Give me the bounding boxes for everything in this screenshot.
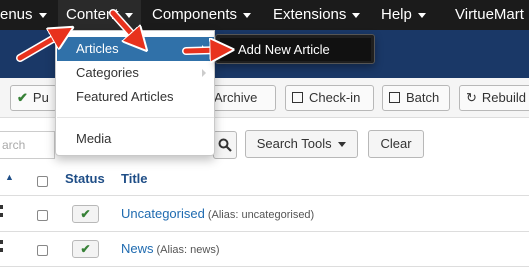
menu-item-articles-label: Articles — [76, 41, 119, 56]
top-navbar: enus Content Components Extensions Help … — [0, 0, 529, 30]
menu-item-media[interactable]: Media — [57, 127, 214, 151]
row-checkbox[interactable] — [37, 210, 48, 221]
rebuild-button[interactable]: ↻ Rebuild — [459, 85, 529, 111]
batch-button[interactable]: Batch — [382, 85, 450, 111]
check-icon: ✔ — [17, 90, 28, 105]
rebuild-button-label: Rebuild — [481, 90, 526, 105]
nav-menus-label: enus — [0, 6, 33, 23]
menu-item-featured-label: Featured Articles — [76, 89, 174, 104]
menu-item-articles[interactable]: Articles — [57, 37, 214, 61]
menu-item-categories-label: Categories — [76, 65, 139, 80]
nav-content[interactable]: Content — [58, 0, 141, 30]
table-divider — [0, 266, 529, 267]
title-column-header[interactable]: Title — [121, 171, 148, 186]
status-column-header[interactable]: Status — [65, 171, 105, 186]
chevron-down-icon — [38, 12, 47, 18]
checkbox-icon — [292, 92, 303, 103]
chevron-down-icon — [124, 12, 133, 18]
search-button[interactable] — [213, 131, 237, 159]
row-alias: (Alias: news) — [156, 244, 220, 256]
drag-handle-icon[interactable] — [0, 240, 3, 252]
nav-help[interactable]: Help — [381, 0, 426, 30]
menu-item-categories[interactable]: Categories — [57, 61, 214, 85]
table-divider — [0, 195, 529, 196]
articles-submenu: Add New Article — [215, 34, 375, 64]
search-icon — [218, 138, 232, 152]
search-input[interactable]: arch — [0, 131, 55, 159]
menu-divider — [57, 117, 214, 118]
menu-item-featured-articles[interactable]: Featured Articles — [57, 85, 214, 109]
nav-components[interactable]: Components — [152, 0, 252, 30]
menu-item-media-label: Media — [76, 131, 112, 146]
chevron-right-icon — [202, 45, 206, 53]
clear-button-label: Clear — [380, 136, 412, 151]
chevron-down-icon — [352, 12, 361, 18]
checkin-button[interactable]: Check-in — [285, 85, 374, 111]
clear-button[interactable]: Clear — [368, 130, 424, 158]
chevron-right-icon — [202, 69, 206, 77]
add-new-article-menu-item[interactable]: Add New Article — [220, 38, 371, 61]
batch-icon — [389, 92, 400, 103]
nav-menus[interactable]: enus — [0, 0, 47, 30]
nav-extensions[interactable]: Extensions — [273, 0, 361, 30]
content-dropdown-menu: Articles Categories Featured Articles Me… — [55, 30, 215, 156]
chevron-down-icon — [338, 142, 347, 148]
add-new-article-label: Add New Article — [238, 42, 330, 57]
publish-button-label: Pu — [32, 90, 49, 105]
row-title-link[interactable]: Uncategorised — [121, 206, 205, 221]
published-status-button[interactable]: ✔ — [72, 240, 99, 258]
search-tools-button[interactable]: Search Tools — [245, 130, 358, 158]
refresh-icon: ↻ — [466, 90, 477, 105]
table-row: Uncategorised (Alias: uncategorised) — [121, 206, 314, 221]
published-status-button[interactable]: ✔ — [72, 205, 99, 223]
batch-button-label: Batch — [406, 90, 440, 105]
chevron-down-icon — [417, 12, 426, 18]
nav-help-label: Help — [381, 6, 412, 23]
nav-virtuemart-label: VirtueMart — [455, 6, 524, 23]
chevron-down-icon — [243, 12, 252, 18]
nav-components-label: Components — [152, 6, 238, 23]
nav-extensions-label: Extensions — [273, 6, 347, 23]
row-checkbox[interactable] — [37, 245, 48, 256]
search-placeholder: arch — [2, 138, 26, 152]
drag-handle-icon[interactable] — [0, 205, 3, 217]
table-divider — [0, 231, 529, 232]
search-tools-label: Search Tools — [256, 136, 332, 151]
checkin-button-label: Check-in — [309, 90, 361, 105]
nav-content-label: Content — [66, 6, 119, 23]
archive-button-label: Archive — [214, 90, 258, 105]
select-all-checkbox[interactable] — [37, 176, 48, 187]
row-alias: (Alias: uncategorised) — [207, 209, 315, 221]
table-row: News (Alias: news) — [121, 241, 219, 256]
sort-arrow-icon[interactable]: ▲ — [5, 172, 14, 182]
nav-virtuemart[interactable]: VirtueMart — [455, 0, 524, 30]
row-title-link[interactable]: News — [121, 241, 154, 256]
publish-button[interactable]: ✔ Pu — [10, 85, 57, 111]
